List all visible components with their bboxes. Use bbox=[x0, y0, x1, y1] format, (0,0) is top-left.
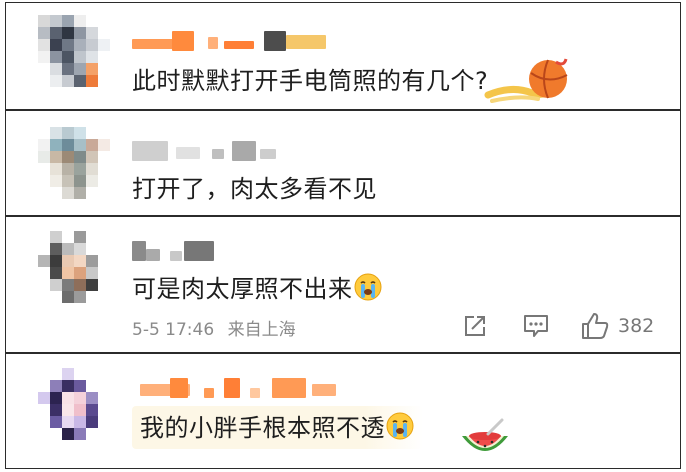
crying-face-emoji bbox=[385, 411, 415, 447]
avatar[interactable] bbox=[38, 368, 110, 440]
reply-button[interactable] bbox=[522, 313, 550, 339]
crying-face-emoji bbox=[353, 272, 383, 308]
username-blurred[interactable] bbox=[132, 141, 282, 161]
username-blurred[interactable] bbox=[140, 378, 340, 398]
comment-text: 此时默默打开手电筒照的有几个? bbox=[132, 67, 489, 95]
comment-text: 可是肉太厚照不出来 bbox=[132, 269, 383, 308]
comment-text: 我的小胖手根本照不透 bbox=[132, 406, 423, 449]
comment-card: 可是肉太厚照不出来 5-5 17:46 来自上海 382 bbox=[5, 216, 681, 353]
location: 来自上海 bbox=[227, 320, 296, 340]
like-button[interactable]: 382 bbox=[580, 311, 654, 341]
watermelon-sticker bbox=[458, 418, 512, 468]
comment-card: 打开了，肉太多看不见 bbox=[5, 110, 681, 216]
comment-icon bbox=[524, 315, 548, 337]
comment-meta: 5-5 17:46 来自上海 bbox=[132, 315, 296, 340]
share-icon bbox=[465, 316, 485, 336]
thumbs-up-icon bbox=[582, 313, 609, 339]
timestamp: 5-5 17:46 bbox=[132, 320, 215, 340]
like-count: 382 bbox=[618, 315, 655, 337]
share-button[interactable] bbox=[462, 313, 488, 339]
comment-card: 此时默默打开手电筒照的有几个? bbox=[5, 2, 681, 110]
avatar[interactable] bbox=[38, 231, 110, 303]
comment-card: 我的小胖手根本照不透 bbox=[5, 353, 681, 469]
avatar[interactable] bbox=[38, 15, 110, 87]
avatar[interactable] bbox=[38, 127, 110, 199]
comment-text: 打开了，肉太多看不见 bbox=[132, 175, 377, 203]
basketball-sticker bbox=[482, 55, 574, 111]
username-blurred[interactable] bbox=[132, 241, 232, 261]
username-blurred[interactable] bbox=[132, 31, 342, 51]
